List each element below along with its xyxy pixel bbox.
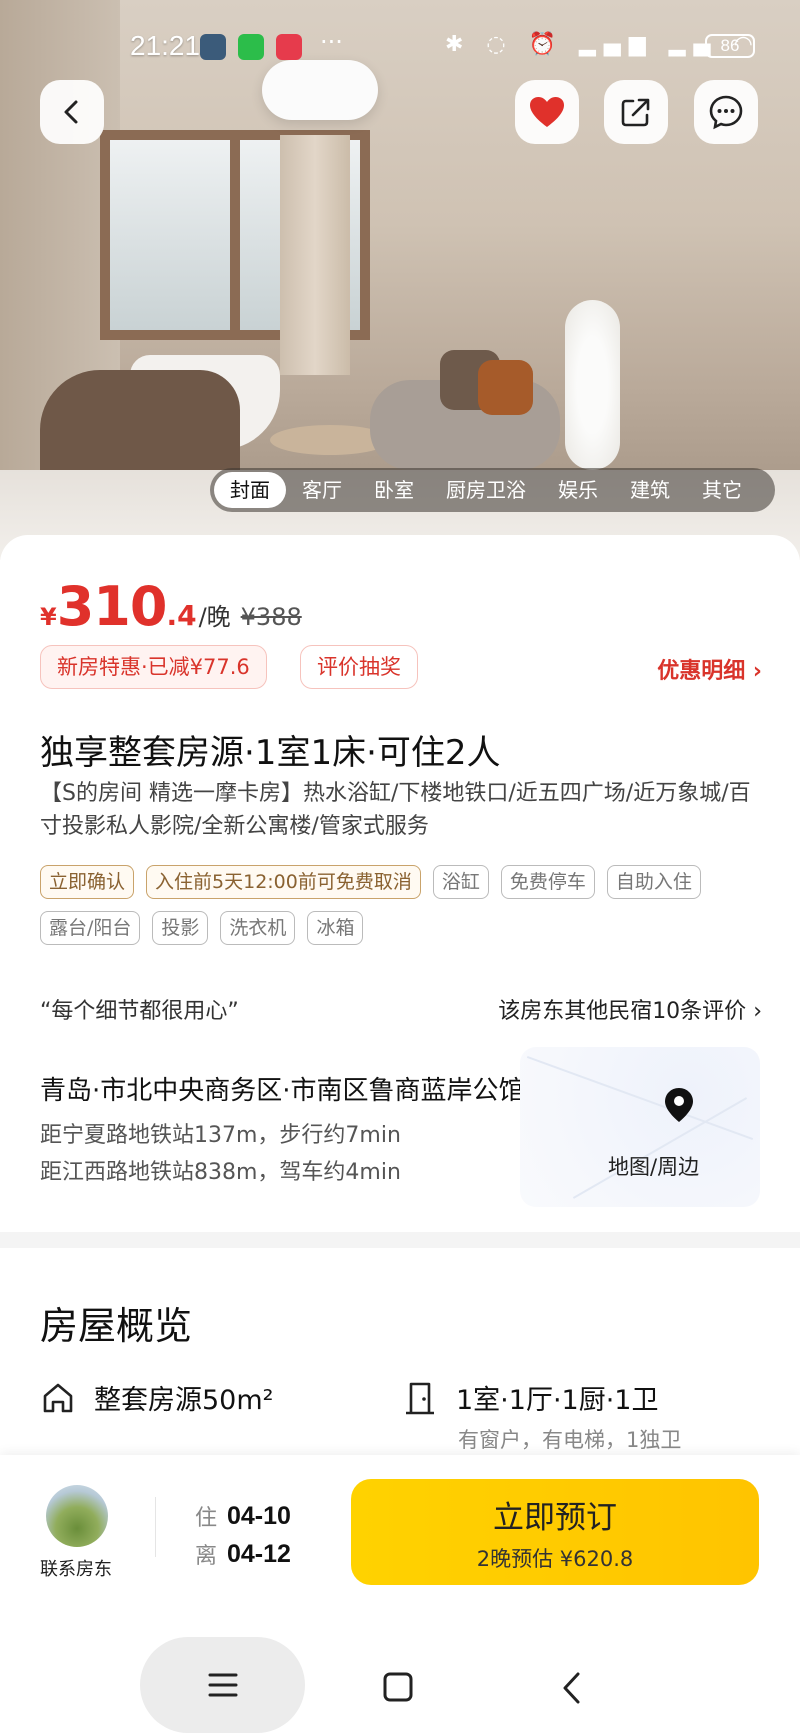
overview-area: 整套房源50m² <box>40 1378 273 1417</box>
map-label: 地图/周边 <box>608 1155 700 1179</box>
overview-area-text: 整套房源50m² <box>94 1385 274 1416</box>
back-chevron-icon <box>563 1672 580 1704</box>
contact-host-button[interactable]: 联系房东 <box>40 1555 112 1581</box>
back-arrow-icon <box>64 100 78 124</box>
photo-pendant-light <box>262 60 378 120</box>
stay-dates[interactable]: 住 04-10 离 04-12 <box>195 1497 291 1573</box>
chevron-right-icon: › <box>752 659 762 684</box>
overview-rooms-text: 1室·1厅·1厨·1卫 <box>456 1385 659 1416</box>
door-icon <box>406 1382 434 1414</box>
feature-tag: 浴缸 <box>432 865 489 899</box>
review-lottery-badge[interactable]: 评价抽奖 <box>300 645 418 689</box>
house-icon <box>43 1383 73 1412</box>
photo-tab[interactable]: 其它 <box>686 472 758 508</box>
system-back-button[interactable] <box>560 1671 584 1709</box>
feature-tag: 入住前5天12:00前可免费取消 <box>146 865 421 899</box>
metro-distance-1: 距宁夏路地铁站137m，步行约7min <box>40 1123 401 1148</box>
message-button[interactable] <box>694 80 758 144</box>
separator <box>155 1497 156 1557</box>
price-currency: ¥ <box>40 603 57 631</box>
location-title: 青岛·市北中央商务区·市南区鲁商蓝岸公馆 <box>40 1076 525 1106</box>
original-price: ¥388 <box>240 603 302 631</box>
photo-tab[interactable]: 厨房卫浴 <box>430 472 542 508</box>
menu-icon <box>208 1673 237 1697</box>
feature-tags: 立即确认 入住前5天12:00前可免费取消 浴缸 免费停车 自助入住露台/阳台 投影 洗衣机… <box>40 865 780 945</box>
host-reviews-label: 该房东其他民宿10条评价 <box>498 999 747 1024</box>
system-nav-bar <box>0 1595 800 1733</box>
checkin-label: 住 <box>195 1506 218 1531</box>
host-avatar[interactable] <box>46 1485 108 1547</box>
photo-tab[interactable]: 建筑 <box>614 472 686 508</box>
price-unit: /晚 <box>198 603 231 631</box>
checkout-date: 04-12 <box>227 1539 291 1568</box>
map-road <box>526 1056 754 1140</box>
map-road <box>572 1097 748 1199</box>
book-now-button[interactable]: 立即预订 2晚预估 ¥620.8 <box>351 1479 759 1585</box>
back-button[interactable] <box>40 80 104 144</box>
share-button[interactable] <box>604 80 668 144</box>
listing-card: ¥ 310 .4 /晚 ¥388 新房特惠·已减¥77.6 评价抽奖 优惠明细 … <box>0 535 800 1235</box>
feature-tag: 洗衣机 <box>220 911 296 945</box>
listing-title: 独享整套房源·1室1床·可住2人 <box>40 733 501 773</box>
checkin-date: 04-10 <box>227 1501 291 1530</box>
clock-app-icon <box>200 34 226 60</box>
photo-category-tabs: 封面 客厅 卧室 厨房卫浴 娱乐 建筑 其它 <box>210 468 775 512</box>
feature-tag: 自助入住 <box>606 865 701 899</box>
photo-tab[interactable]: 娱乐 <box>542 472 614 508</box>
photo-tab[interactable]: 封面 <box>214 472 286 508</box>
favorite-button[interactable] <box>515 80 579 144</box>
map-button[interactable]: 地图/周边 <box>520 1047 760 1207</box>
price: ¥ 310 .4 /晚 ¥388 <box>40 575 302 638</box>
status-bar: 21:21 ··· ✱ ◌ ⏰ ▂▄▆ ▂▄ ◠ 86 <box>0 28 800 68</box>
feature-tag: 冰箱 <box>307 911 364 945</box>
heart-icon <box>530 97 564 127</box>
book-estimate: 2晚预估 ¥620.8 <box>476 1546 634 1571</box>
host-reviews-link[interactable]: 该房东其他民宿10条评价 › <box>498 993 762 1025</box>
feature-tag: 投影 <box>152 911 209 945</box>
photo-curtain <box>280 135 350 375</box>
book-now-label: 立即预订 <box>493 1499 617 1536</box>
wechat-icon <box>238 34 264 60</box>
discount-detail-label: 优惠明细 <box>657 659 746 684</box>
recent-apps-button[interactable] <box>140 1637 305 1733</box>
checkout-label: 离 <box>195 1544 218 1569</box>
metro-distance-2: 距江西路地铁站838m，驾车约4min <box>40 1160 401 1185</box>
chevron-right-icon: › <box>753 999 762 1024</box>
overview-rooms: 1室·1厅·1厨·1卫 <box>402 1378 658 1417</box>
price-decimal: .4 <box>166 599 197 632</box>
feature-tag: 露台/阳台 <box>40 911 141 945</box>
feature-tag: 立即确认 <box>40 865 135 899</box>
hero-photo[interactable]: 21:21 ··· ✱ ◌ ⏰ ▂▄▆ ▂▄ ◠ 86 封面 客厅 卧室 厨房卫浴 娱乐… <box>0 0 800 560</box>
price-integer: 310 <box>56 575 168 638</box>
discount-detail-link[interactable]: 优惠明细 › <box>657 653 762 685</box>
music-app-icon <box>276 34 302 60</box>
photo-lamp <box>565 300 620 470</box>
photo-tab[interactable]: 客厅 <box>286 472 358 508</box>
section-divider <box>0 1232 800 1248</box>
listing-description: 【S的房间 精选一摩卡房】热水浴缸/下楼地铁口/近五四广场/近万象城/百寸投影私… <box>40 781 751 839</box>
home-button[interactable] <box>382 1671 414 1707</box>
review-quote: “每个细节都很用心” <box>40 999 239 1024</box>
feature-tag: 免费停车 <box>500 865 595 899</box>
booking-bar: 联系房东 住 04-10 离 04-12 立即预订 2晚预估 ¥620.8 <box>0 1455 800 1595</box>
map-pin-icon <box>665 1088 693 1122</box>
battery-icon: 86 <box>705 34 755 58</box>
discount-badge[interactable]: 新房特惠·已减¥77.6 <box>40 645 267 689</box>
overview-rooms-sub: 有窗户，有电梯，1独卫 <box>458 1428 682 1452</box>
home-square-icon <box>383 1672 413 1702</box>
share-icon <box>621 98 650 127</box>
overview-title: 房屋概览 <box>40 1304 193 1348</box>
status-time: 21:21 <box>130 30 201 61</box>
more-notifications-icon: ··· <box>320 28 343 56</box>
photo-pillow <box>478 360 533 415</box>
chat-bubble-icon <box>709 95 743 130</box>
photo-tab[interactable]: 卧室 <box>358 472 430 508</box>
